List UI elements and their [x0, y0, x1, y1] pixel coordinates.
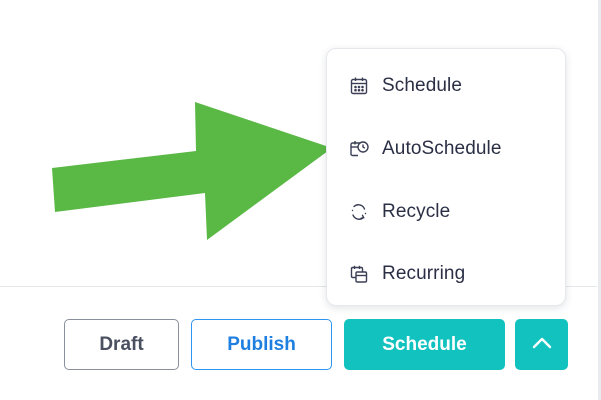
menu-item-recurring[interactable]: Recurring: [327, 254, 565, 294]
schedule-options-menu: Schedule AutoSchedule Recycle Recurring: [326, 48, 566, 306]
calendar-clock-icon: [348, 138, 370, 160]
publish-button[interactable]: Publish: [191, 319, 332, 370]
menu-item-schedule[interactable]: Schedule: [327, 66, 565, 106]
recurring-calendar-icon: [348, 263, 370, 285]
draft-button[interactable]: Draft: [64, 319, 179, 370]
arrow-shape: [52, 102, 332, 240]
menu-item-recycle[interactable]: Recycle: [327, 192, 565, 232]
menu-item-label: Schedule: [382, 75, 463, 96]
recycle-icon: [348, 201, 370, 223]
schedule-button[interactable]: Schedule: [344, 319, 505, 370]
menu-item-label: Recurring: [382, 263, 466, 284]
schedule-options-toggle-button[interactable]: [515, 319, 568, 370]
menu-item-label: Recycle: [382, 201, 451, 222]
menu-item-label: AutoSchedule: [382, 138, 502, 159]
calendar-icon: [348, 75, 370, 97]
chevron-up-icon: [531, 334, 553, 356]
menu-item-autoschedule[interactable]: AutoSchedule: [327, 129, 565, 169]
